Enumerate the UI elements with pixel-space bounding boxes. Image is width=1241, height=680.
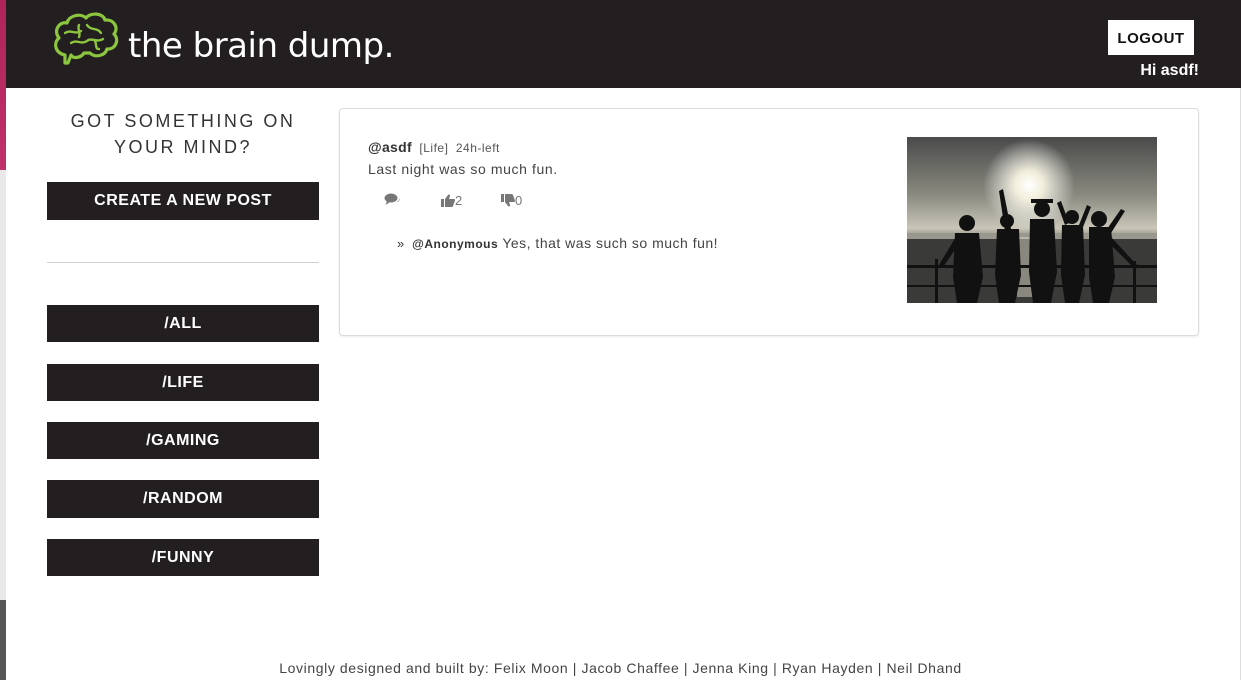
post-header: @asdf [Life] 24h-left <box>368 139 500 157</box>
dislike-button[interactable]: 0 <box>501 193 522 208</box>
post-card: @asdf [Life] 24h-left Last night was so … <box>339 108 1199 336</box>
site-footer: Lovingly designed and built by: Felix Mo… <box>279 660 962 676</box>
category-funny-button[interactable]: /FUNNY <box>47 539 319 576</box>
double-chevron-icon: » <box>397 236 405 251</box>
comment-icon <box>384 193 400 205</box>
site-title[interactable]: the brain dump. <box>128 26 394 66</box>
category-gaming-button[interactable]: /GAMING <box>47 422 319 459</box>
post-author[interactable]: @asdf <box>368 139 412 155</box>
thumbs-up-icon <box>441 194 455 207</box>
prompt-line-2: YOUR MIND? <box>113 137 252 157</box>
post-photo[interactable] <box>907 137 1157 303</box>
post-body: Last night was so much fun. <box>368 161 558 177</box>
post-time-left: 24h-left <box>455 141 500 155</box>
category-random-button[interactable]: /RANDOM <box>47 480 319 518</box>
site-header: the brain dump. LOGOUT Hi asdf! <box>6 0 1241 88</box>
prompt-line-1: GOT SOMETHING ON <box>70 111 296 131</box>
dislike-count: 0 <box>515 193 523 208</box>
background-window-strip <box>0 0 6 680</box>
comment-item: » @Anonymous Yes, that was such so much … <box>397 235 718 251</box>
create-post-button[interactable]: CREATE A NEW POST <box>47 182 319 220</box>
brain-logo-icon[interactable] <box>51 11 121 66</box>
logout-button[interactable]: LOGOUT <box>1108 20 1194 55</box>
comment-button[interactable] <box>384 193 400 206</box>
comment-author[interactable]: @Anonymous <box>412 237 498 251</box>
like-count: 2 <box>455 193 463 208</box>
user-greeting: Hi asdf! <box>1140 62 1199 79</box>
category-life-button[interactable]: /LIFE <box>47 364 319 401</box>
comment-text: Yes, that was such so much fun! <box>502 235 719 251</box>
sidebar-prompt: GOT SOMETHING ON YOUR MIND? <box>47 108 319 160</box>
sidebar-divider <box>47 262 319 263</box>
post-category[interactable]: [Life] <box>419 141 448 155</box>
category-all-button[interactable]: /ALL <box>47 305 319 342</box>
sidebar: GOT SOMETHING ON YOUR MIND? CREATE A NEW… <box>47 108 319 576</box>
thumbs-down-icon <box>501 194 515 207</box>
like-button[interactable]: 2 <box>441 193 462 208</box>
